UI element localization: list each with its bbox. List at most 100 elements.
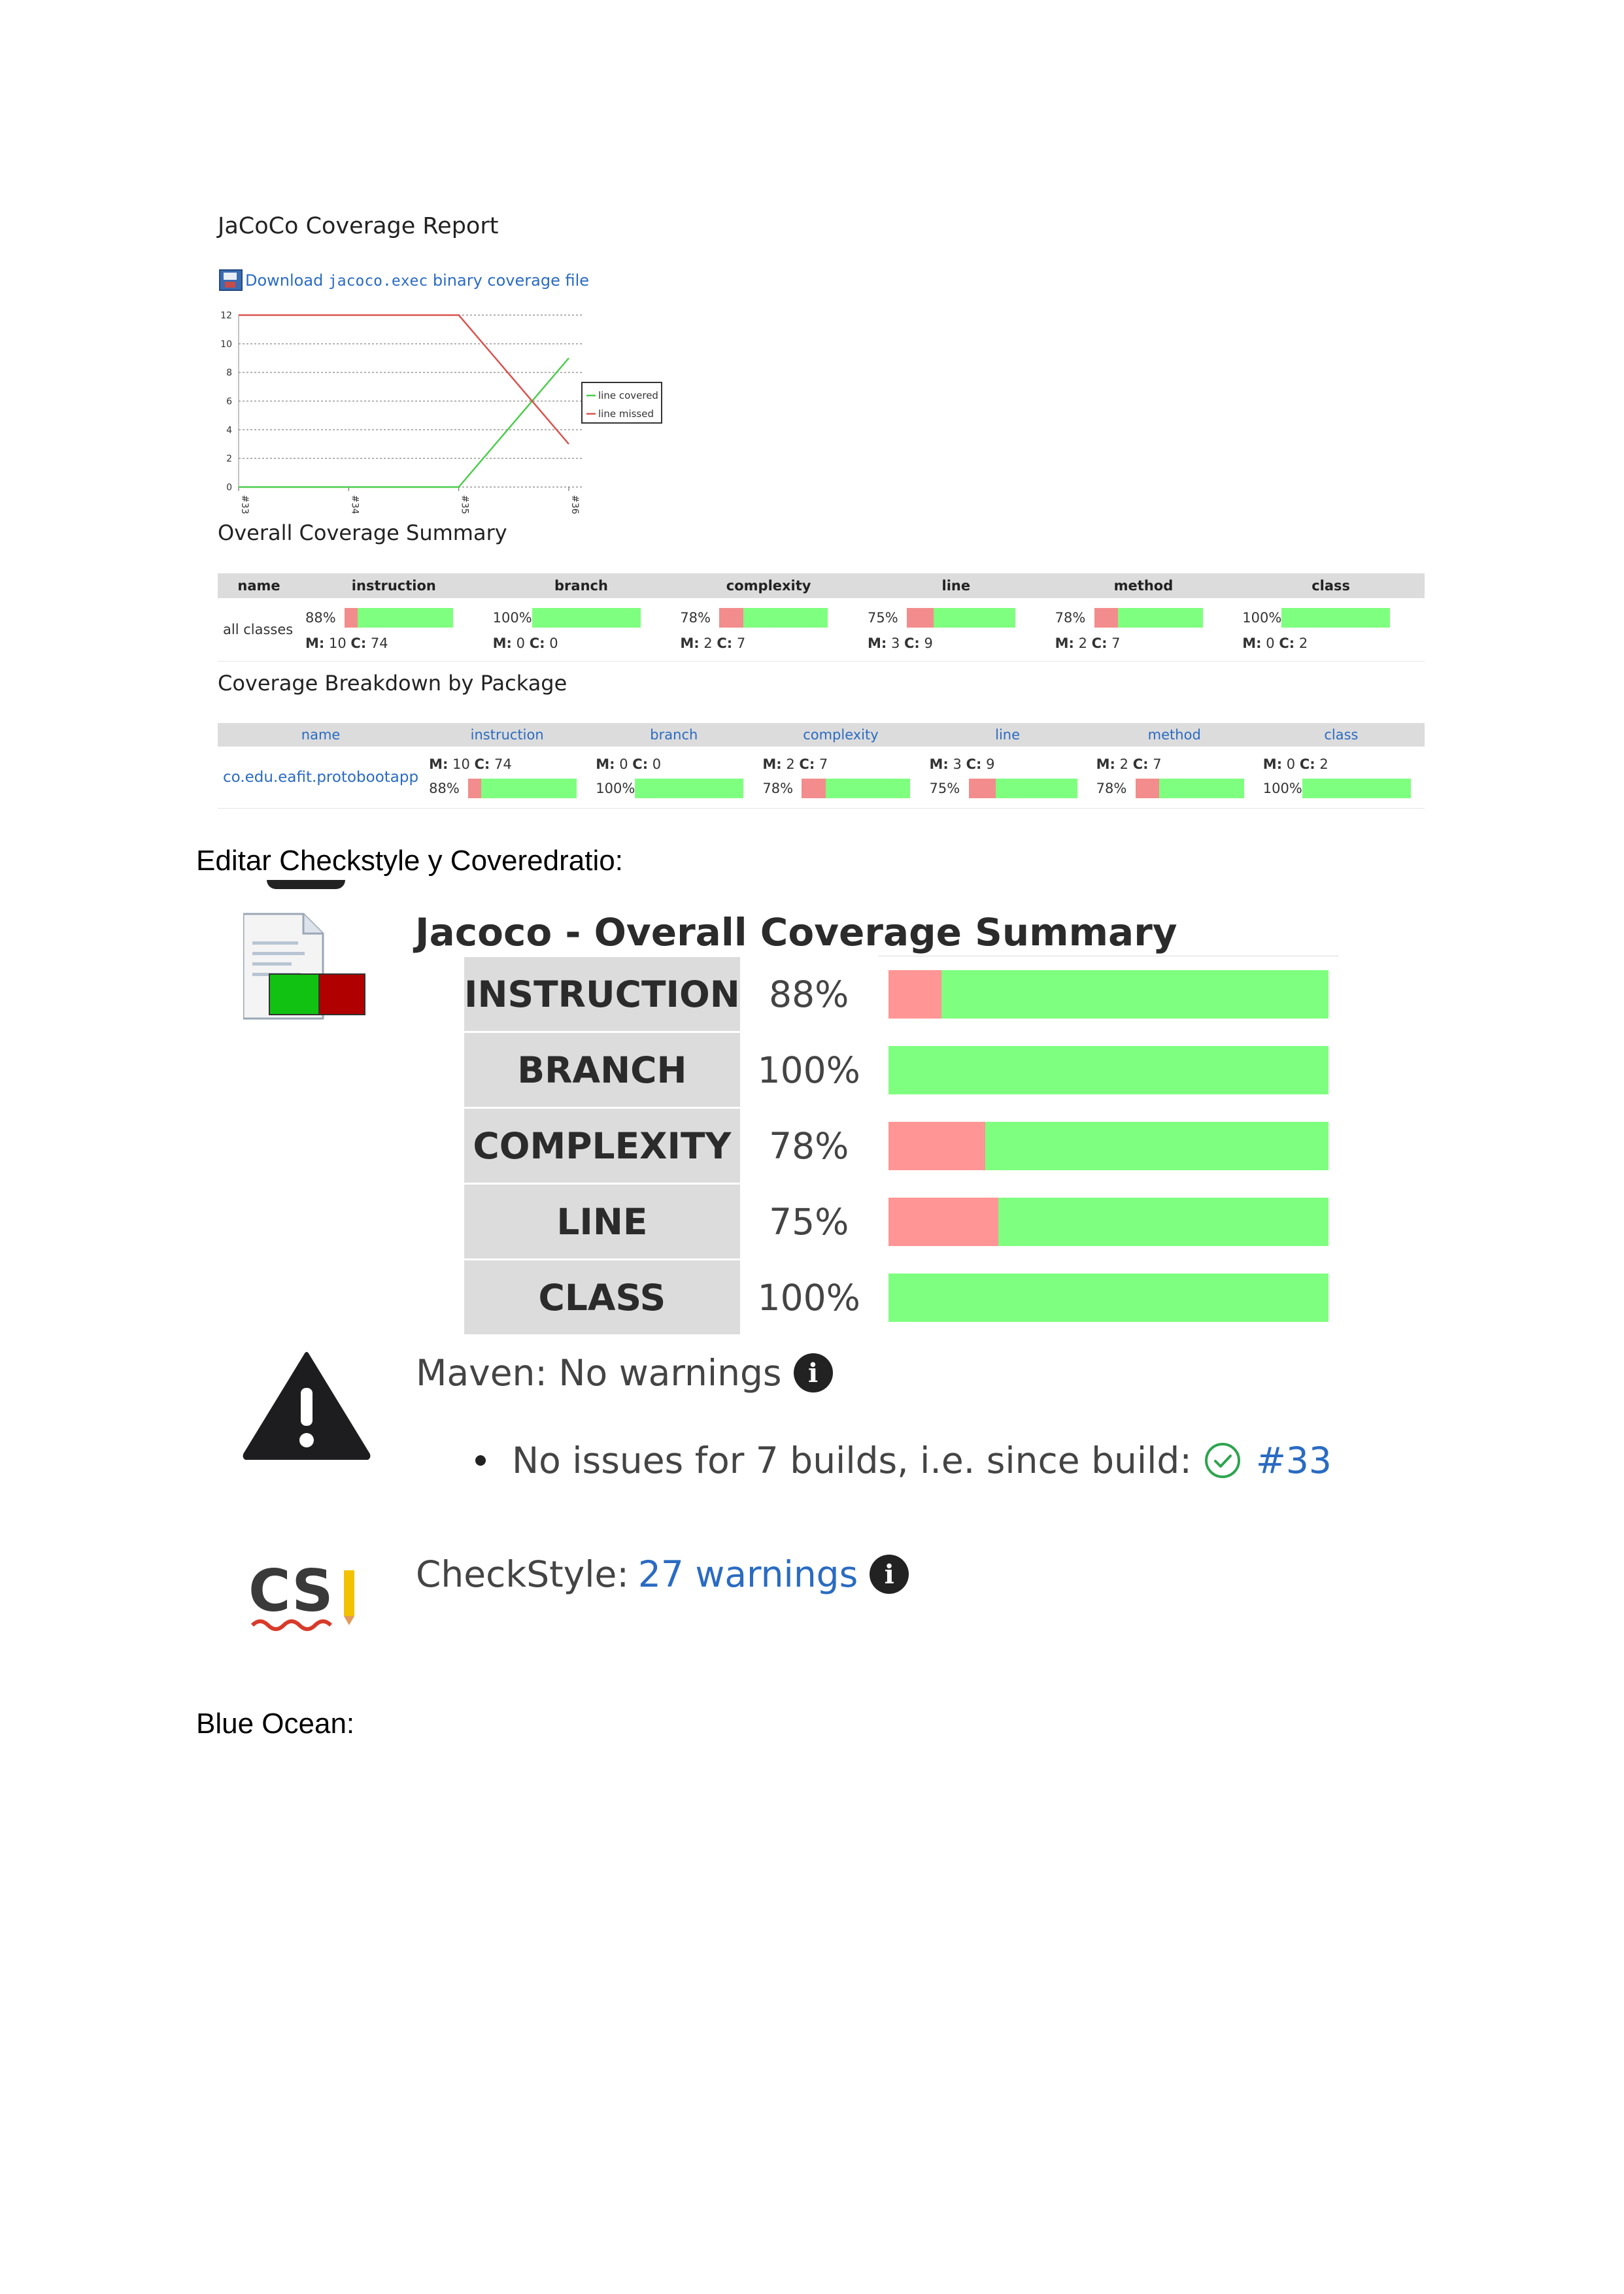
covered-segment [1281, 608, 1391, 628]
coverage-metric-percent: 100% [739, 1258, 878, 1336]
missed-covered-counts: M: 2 C: 7 [1096, 756, 1253, 772]
chart-x-ticks: #33 #34 #35 #36 [238, 487, 580, 514]
y-tick-label: 12 [220, 311, 232, 321]
blue-ocean-heading: Blue Ocean: [196, 1708, 355, 1740]
covered-label: C: [1279, 635, 1295, 651]
covered-count: 74 [494, 756, 512, 772]
x-tick-label: #33 [239, 495, 250, 514]
missed-label: M: [492, 635, 512, 651]
coverage-cell: 88% M: 10 C: 74 [300, 598, 488, 662]
missed-count: 0 [1266, 635, 1275, 651]
missed-segment [719, 608, 743, 628]
missed-segment [906, 608, 934, 628]
coverage-metric-label: COMPLEXITY [462, 1107, 742, 1185]
column-header-branch[interactable]: branch [590, 723, 758, 747]
column-header-branch: branch [487, 573, 675, 598]
checkstyle-warnings-link[interactable]: 27 warnings [638, 1553, 858, 1595]
coverage-percent: 75% [929, 781, 960, 796]
covered-label: C: [350, 635, 367, 651]
coverage-percent: 88% [305, 610, 336, 626]
series-line-line-missed [239, 314, 569, 445]
legend-label: line missed [598, 408, 654, 420]
missed-label: M: [929, 756, 949, 772]
overall-summary-table: name instruction branch complexity line metho… [218, 573, 1425, 662]
coverage-percent: 100% [492, 610, 532, 626]
coverage-bar [345, 608, 453, 628]
missed-count: 2 [1119, 756, 1129, 772]
overall-coverage-table: INSTRUCTION 88% BRANCH 100% COMPLEXITY 78% LIN… [462, 955, 1341, 1336]
info-icon[interactable]: i [870, 1555, 909, 1594]
missed-label: M: [596, 756, 615, 772]
coverage-bar [1302, 779, 1411, 798]
covered-segment [888, 1273, 1328, 1322]
column-header-instruction[interactable]: instruction [424, 723, 591, 747]
missed-count: 0 [516, 635, 526, 651]
table-row: all classes 88% M: 10 C: 74 100% M: 0 C: 0 7… [218, 598, 1425, 662]
package-breakdown-table: name instruction branch complexity line metho… [218, 723, 1425, 809]
column-header-line[interactable]: line [924, 723, 1091, 747]
package-cell[interactable]: co.edu.eafit.protobootapp [218, 747, 424, 809]
download-code: jacoco.exec [328, 272, 428, 290]
covered-label: C: [904, 635, 920, 651]
coverage-bar [468, 779, 577, 798]
covered-label: C: [1299, 756, 1315, 772]
editar-heading: Editar Checkstyle y Coveredratio: [196, 845, 623, 877]
coverage-bar-cell [875, 1031, 1341, 1109]
chart-y-ticks: 0 2 4 6 8 10 12 [220, 311, 232, 493]
download-link-text[interactable]: Download jacoco.exec binary coverage fil… [245, 271, 589, 290]
checkstyle-warnings-line: CheckStyle: 27 warnings i [416, 1553, 909, 1595]
info-icon[interactable]: i [793, 1353, 833, 1392]
coverage-bar [888, 970, 1328, 1019]
column-header-instruction: instruction [300, 573, 488, 598]
column-header-class[interactable]: class [1257, 723, 1425, 747]
x-tick-label: #36 [569, 495, 580, 514]
download-prefix: Download [245, 271, 328, 290]
covered-label: C: [632, 756, 649, 772]
y-tick-label: 2 [226, 454, 232, 464]
row-name: all classes [218, 598, 300, 662]
covered-count: 9 [986, 756, 995, 772]
maven-issues-item: No issues for 7 builds, i.e. since build… [475, 1440, 1332, 1481]
missed-covered-counts: M: 0 C: 0 [493, 635, 670, 651]
coverage-bar-line: 88% [305, 608, 482, 628]
missed-covered-counts: M: 2 C: 7 [1055, 635, 1232, 651]
missed-segment [888, 1121, 985, 1170]
coverage-percent: 78% [680, 610, 711, 626]
column-header-complexity[interactable]: complexity [757, 723, 924, 747]
coverage-bar-cell [875, 1258, 1341, 1336]
column-header-method[interactable]: method [1091, 723, 1258, 747]
missed-covered-counts: M: 2 C: 7 [680, 635, 857, 651]
coverage-metric-percent: 100% [739, 1031, 878, 1109]
covered-count: 7 [736, 635, 746, 651]
download-coverage-link[interactable]: Download jacoco.exec binary coverage fil… [219, 269, 589, 291]
missed-label: M: [305, 635, 325, 651]
build-link[interactable]: #33 [1256, 1440, 1332, 1481]
covered-count: 9 [924, 635, 933, 651]
missed-count: 2 [1078, 635, 1087, 651]
coverage-percent: 75% [867, 610, 898, 626]
overall-coverage-title: Jacoco - Overall Coverage Summary [415, 910, 1177, 954]
coverage-percent: 78% [1055, 610, 1086, 626]
coverage-percent: 100% [596, 781, 635, 796]
missed-label: M: [1262, 756, 1283, 772]
checkstyle-label: CheckStyle: [416, 1553, 629, 1595]
package-link[interactable]: co.edu.eafit.protobootapp [223, 769, 418, 786]
summary-header-row: name instruction branch complexity line metho… [218, 573, 1425, 598]
covered-count: 0 [652, 756, 662, 772]
coverage-row: BRANCH 100% [462, 1031, 1341, 1109]
coverage-bar-cell [875, 955, 1341, 1033]
overall-summary-heading: Overall Coverage Summary [218, 520, 507, 545]
legend-label: line covered [598, 390, 658, 401]
save-disk-icon [219, 269, 243, 291]
missed-covered-counts: M: 0 C: 2 [1263, 756, 1419, 772]
column-header-name[interactable]: name [218, 723, 424, 747]
covered-label: C: [799, 756, 815, 772]
missed-label: M: [1096, 756, 1115, 772]
checkstyle-logo-text: CS [248, 1557, 333, 1625]
covered-segment [888, 1045, 1328, 1094]
maven-warnings-line: Maven: No warnings i [416, 1352, 833, 1394]
missed-segment [888, 1197, 999, 1246]
coverage-cell: M: 2 C: 7 78% [757, 747, 924, 809]
covered-count: 7 [1153, 756, 1162, 772]
coverage-bar [968, 779, 1077, 798]
